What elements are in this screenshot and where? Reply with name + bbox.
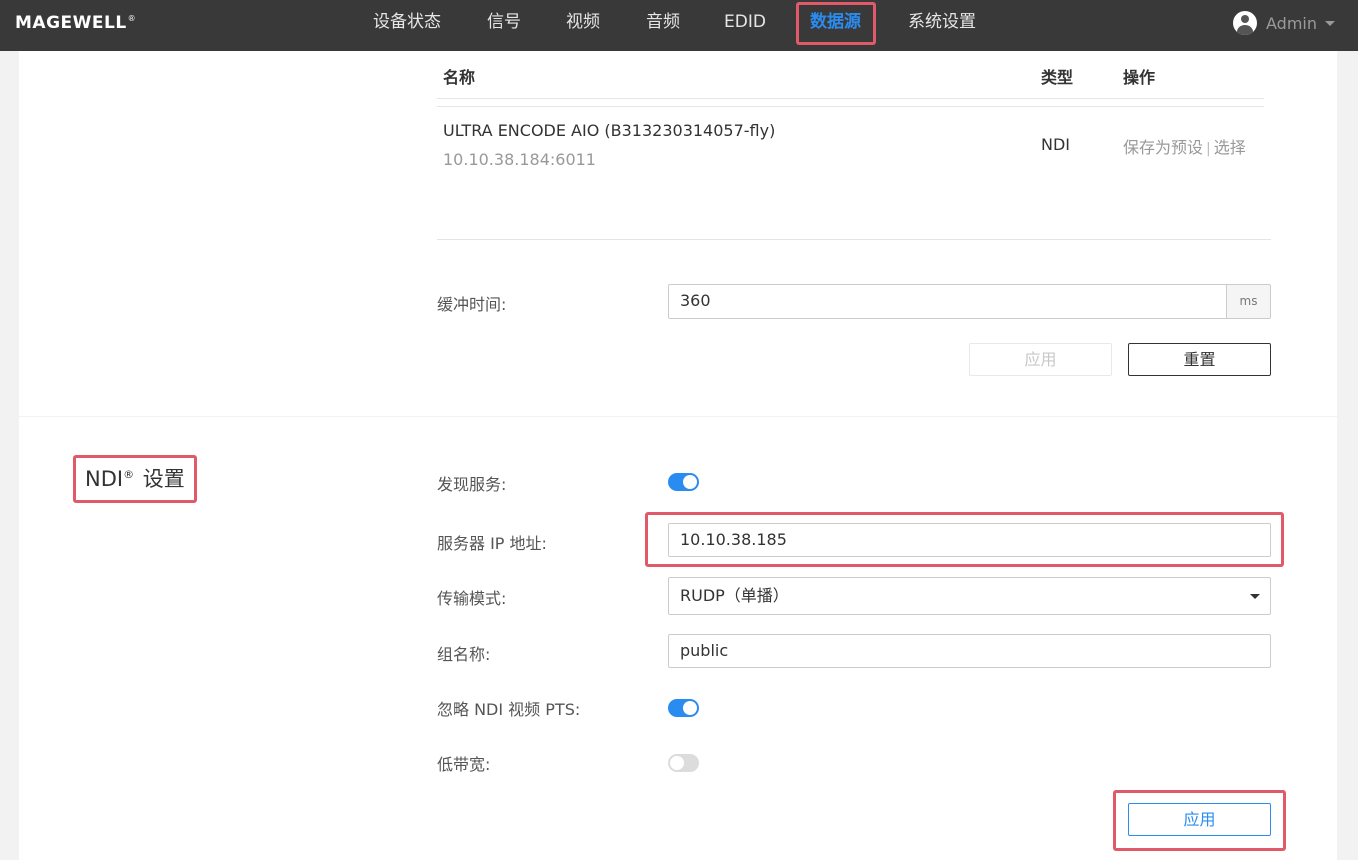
nav-data-source[interactable]: 数据源 <box>810 0 861 44</box>
transport-mode-select[interactable]: RUDP（单播） <box>668 577 1271 615</box>
group-name-input[interactable]: public <box>668 634 1271 668</box>
user-avatar-icon <box>1233 11 1257 35</box>
select-source-link[interactable]: 选择 <box>1214 138 1246 157</box>
ndi-title-prefix: NDI <box>85 467 124 491</box>
discovery-service-toggle[interactable] <box>668 473 699 491</box>
nav-system-settings[interactable]: 系统设置 <box>908 0 976 44</box>
source-type: NDI <box>1041 135 1071 154</box>
buffer-reset-button[interactable]: 重置 <box>1128 343 1271 376</box>
column-header-actions: 操作 <box>1123 68 1156 87</box>
ndi-settings-title: NDI® 设置 <box>85 463 185 493</box>
transport-mode-label: 传输模式: <box>437 589 507 608</box>
source-actions: 保存为预设 | 选择 <box>1123 134 1246 158</box>
nav-device-status[interactable]: 设备状态 <box>373 0 441 44</box>
server-ip-label: 服务器 IP 地址: <box>437 534 547 553</box>
source-address: 10.10.38.184:6011 <box>443 150 596 169</box>
table-row-divider <box>437 106 1264 107</box>
user-name: Admin <box>1266 13 1317 33</box>
buffer-time-input[interactable]: 360 <box>668 284 1227 319</box>
action-separator: | <box>1206 141 1211 157</box>
save-as-preset-link[interactable]: 保存为预设 <box>1123 138 1203 157</box>
nav-edid[interactable]: EDID <box>724 0 766 44</box>
ndi-title-suffix: 设置 <box>136 467 185 491</box>
source-name: ULTRA ENCODE AIO (B313230314057-fly) <box>443 121 776 140</box>
server-ip-input[interactable]: 10.10.38.185 <box>668 523 1271 557</box>
user-menu[interactable]: Admin <box>1233 11 1335 35</box>
low-bandwidth-toggle[interactable] <box>668 754 699 772</box>
ignore-pts-label: 忽略 NDI 视频 PTS: <box>437 700 581 719</box>
discovery-service-label: 发现服务: <box>437 475 507 494</box>
toggle-knob <box>683 475 697 489</box>
top-navigation-bar: MAGEWELL® 设备状态 信号 视频 音频 EDID 数据源 系统设置 Ad… <box>0 0 1358 51</box>
column-header-type: 类型 <box>1041 68 1074 87</box>
buffer-unit-addon: ms <box>1226 284 1271 319</box>
low-bandwidth-label: 低带宽: <box>437 755 491 774</box>
buffer-apply-button[interactable]: 应用 <box>969 343 1112 376</box>
nav-audio[interactable]: 音频 <box>646 0 680 44</box>
group-name-label: 组名称: <box>437 645 491 664</box>
table-bottom-divider <box>437 239 1271 240</box>
chevron-down-icon <box>1325 20 1335 26</box>
ignore-pts-toggle[interactable] <box>668 699 699 717</box>
column-header-name: 名称 <box>443 68 476 87</box>
main-nav: 设备状态 信号 视频 音频 EDID 数据源 系统设置 <box>0 0 1358 51</box>
nav-video[interactable]: 视频 <box>566 0 600 44</box>
toggle-knob <box>683 701 697 715</box>
caret-down-icon <box>1250 594 1260 599</box>
table-header-divider <box>437 98 1264 99</box>
toggle-knob <box>670 756 684 770</box>
transport-mode-value: RUDP（单播） <box>680 586 789 605</box>
nav-signal[interactable]: 信号 <box>487 0 521 44</box>
ndi-apply-button[interactable]: 应用 <box>1128 803 1271 836</box>
buffer-time-label: 缓冲时间: <box>437 295 507 314</box>
ndi-title-registered-mark: ® <box>123 468 135 481</box>
